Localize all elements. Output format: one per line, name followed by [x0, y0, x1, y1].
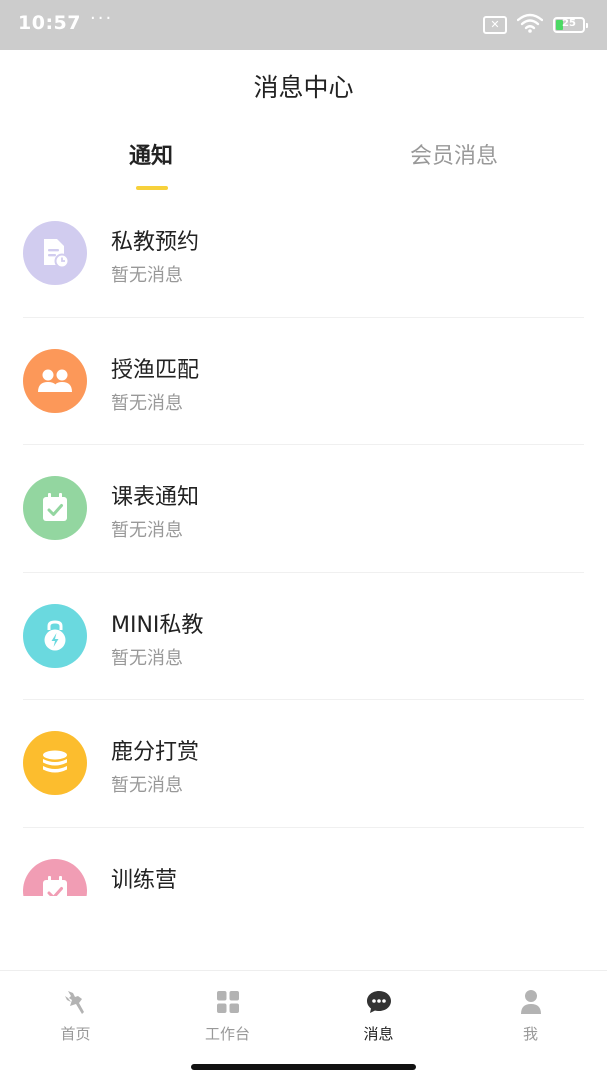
no-sim-icon: ✕ — [483, 16, 507, 34]
nav-workbench[interactable]: 工作台 — [152, 988, 303, 1044]
item-subtitle: 暂无消息 — [111, 392, 183, 414]
nav-home[interactable]: 首页 — [0, 988, 151, 1044]
list-item-mentor-match[interactable]: 授渔匹配 暂无消息 — [23, 318, 584, 445]
calendar-icon — [23, 858, 87, 896]
item-title: 训练营 — [111, 867, 178, 893]
item-title: 私教预约 — [111, 230, 200, 255]
grid-icon — [152, 988, 303, 1016]
kettlebell-icon — [23, 603, 87, 668]
tab-member-label: 会员消息 — [410, 144, 499, 169]
battery-icon: 25 — [553, 17, 588, 33]
message-list[interactable]: 私教预约 暂无消息 授渔匹配 暂无消息 课表通知 暂无消息 MINI私教 暂无消… — [0, 190, 607, 896]
item-title: 授渔匹配 — [111, 357, 200, 383]
list-item-mini-coach[interactable]: MINI私教 暂无消息 — [23, 573, 584, 700]
nav-home-label: 首页 — [60, 1025, 91, 1043]
nav-me-label: 我 — [522, 1025, 538, 1043]
calendar-check-icon — [23, 476, 87, 540]
battery-level: 25 — [562, 18, 576, 29]
list-item-schedule-notice[interactable]: 课表通知 暂无消息 — [23, 445, 584, 573]
nav-workbench-label: 工作台 — [204, 1025, 250, 1043]
item-subtitle: 暂无消息 — [111, 647, 183, 669]
person-icon — [455, 988, 606, 1016]
status-bar: 10:57 ··· ✕ 25 — [0, 0, 607, 50]
nav-me[interactable]: 我 — [455, 988, 606, 1044]
item-title: MINI私教 — [111, 612, 204, 638]
item-title: 课表通知 — [111, 485, 200, 510]
users-icon — [23, 348, 87, 413]
status-icons: ✕ 25 — [483, 13, 588, 37]
deer-icon — [0, 988, 151, 1016]
chat-bubble-icon — [303, 988, 454, 1016]
tab-notice-label: 通知 — [129, 144, 174, 169]
nav-messages-label: 消息 — [363, 1025, 394, 1043]
item-subtitle: 暂无消息 — [111, 265, 183, 286]
list-item-training-camp[interactable]: 训练营 — [23, 828, 584, 896]
page-title: 消息中心 — [253, 73, 354, 102]
item-subtitle: 暂无消息 — [111, 775, 183, 796]
status-time: 10:57 — [18, 12, 81, 34]
item-title: 鹿分打赏 — [111, 740, 200, 765]
wifi-icon — [516, 13, 544, 37]
nav-messages[interactable]: 消息 — [303, 988, 454, 1044]
status-more-dots: ··· — [90, 8, 114, 29]
coin-stack-icon — [23, 731, 87, 795]
list-item-private-coach[interactable]: 私教预约 暂无消息 — [23, 190, 584, 318]
item-subtitle: 暂无消息 — [111, 520, 183, 541]
home-indicator[interactable] — [191, 1064, 416, 1070]
list-item-points-reward[interactable]: 鹿分打赏 暂无消息 — [23, 700, 584, 828]
document-clock-icon — [23, 221, 87, 285]
